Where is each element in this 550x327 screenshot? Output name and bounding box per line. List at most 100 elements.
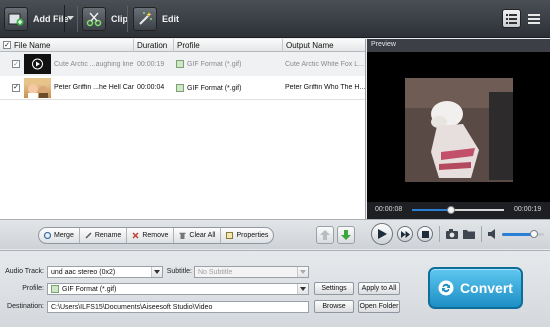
mute-button[interactable] [488, 229, 498, 241]
snapshot-button[interactable] [446, 229, 458, 241]
pencil-icon [85, 232, 92, 239]
controls-divider [439, 226, 440, 242]
file-list-header: ✓ File Name Duration Profile Output Name [0, 38, 365, 52]
thumbnail-image [24, 77, 51, 98]
gif-format-icon [176, 83, 184, 92]
file-list: ✓ File Name Duration Profile Output Name… [0, 38, 366, 227]
main-toolbar: Add File Clip Edit [0, 0, 550, 38]
playback-timebar: 00:00:08 00:00:19 [367, 202, 550, 219]
toolbar-divider [77, 6, 78, 32]
chevron-down-icon [297, 267, 308, 277]
merge-icon [44, 232, 51, 239]
output-name[interactable]: Peter Griffin Who The H... [285, 84, 365, 91]
list-action-group: Merge Rename Remove Clear All Properties [38, 227, 275, 244]
menu-button[interactable] [524, 9, 543, 28]
controls-divider [481, 226, 482, 242]
profile-select[interactable]: GIF Format (*.gif) [47, 283, 309, 295]
table-row[interactable]: ✓ Peter Griffin ...he Hell Cares 00:00:0… [0, 76, 365, 100]
progress-fill [412, 209, 451, 211]
menu-icon [527, 13, 540, 24]
stop-button[interactable] [417, 226, 433, 242]
chevron-down-icon [297, 284, 308, 294]
remove-icon [132, 232, 139, 239]
add-file-icon [4, 6, 28, 31]
camera-icon [446, 229, 458, 239]
list-action-bar: Merge Rename Remove Clear All Properties [0, 219, 366, 249]
fast-forward-icon [400, 230, 410, 238]
merge-button[interactable]: Merge [39, 228, 80, 243]
settings-button[interactable]: Settings [314, 282, 354, 295]
preview-frame [367, 52, 550, 202]
playback-controls [366, 219, 550, 249]
profile-cell[interactable]: GIF Format (*.gif) [176, 60, 283, 68]
scissors-icon [82, 6, 106, 31]
subtitle-select[interactable]: No Subtitle [194, 266, 309, 278]
subtitle-label: Subtitle: [166, 268, 192, 275]
folder-icon [463, 230, 475, 239]
chevron-down-icon [66, 16, 74, 20]
column-output-name[interactable]: Output Name [283, 39, 365, 52]
clear-all-button[interactable]: Clear All [174, 228, 222, 243]
play-button[interactable] [371, 223, 393, 245]
destination-label: Destination: [7, 303, 44, 310]
play-overlay-icon [32, 58, 43, 70]
play-icon [377, 229, 387, 239]
row-checkbox[interactable]: ✓ [12, 60, 20, 68]
move-up-button[interactable] [316, 226, 334, 244]
output-name[interactable]: Cute Arctic White Fox L... [285, 61, 365, 68]
arrow-down-icon [341, 230, 351, 240]
volume-icon [488, 229, 495, 239]
progress-track[interactable] [412, 206, 504, 214]
apply-to-all-button[interactable]: Apply to All [358, 282, 400, 295]
total-time: 00:00:19 [514, 206, 542, 213]
convert-label: Convert [460, 280, 513, 296]
progress-handle[interactable] [446, 206, 455, 214]
list-view-button[interactable] [502, 9, 521, 28]
duration: 00:00:19 [137, 60, 165, 68]
select-all-checkbox[interactable]: ✓ [3, 41, 11, 49]
file-name: Peter Griffin ...he Hell Cares [54, 84, 134, 91]
magic-wand-icon [133, 6, 157, 31]
add-file-dropdown[interactable] [64, 5, 75, 32]
rename-button[interactable]: Rename [80, 228, 128, 243]
convert-button[interactable]: Convert [428, 267, 523, 309]
profile-cell[interactable]: GIF Format (*.gif) [176, 83, 283, 92]
open-snapshot-folder-button[interactable] [463, 229, 475, 241]
row-checkbox[interactable]: ✓ [12, 83, 20, 92]
audio-track-select[interactable]: und aac stereo (0x2) [47, 266, 163, 278]
audio-track-label: Audio Track: [5, 268, 44, 275]
browse-button[interactable]: Browse [314, 300, 354, 313]
edit-button[interactable]: Edit [133, 5, 179, 32]
add-file-button[interactable]: Add File [4, 5, 69, 32]
profile-label: Profile: [22, 285, 44, 292]
duration: 00:00:04 [137, 84, 165, 91]
properties-icon [226, 232, 234, 239]
column-duration[interactable]: Duration [134, 38, 174, 52]
column-profile[interactable]: Profile [174, 38, 283, 52]
fast-forward-button[interactable] [397, 226, 413, 242]
gif-format-icon [51, 285, 59, 293]
open-folder-button[interactable]: Open Folder [358, 300, 400, 313]
column-file-name[interactable]: ✓ File Name [0, 38, 134, 52]
video-thumbnail [24, 54, 51, 74]
destination-input[interactable]: C:\Users\ILFS15\Documents\Aiseesoft Stud… [47, 301, 309, 313]
remove-button[interactable]: Remove [127, 228, 175, 243]
list-view-icon [506, 13, 517, 24]
stop-icon [421, 230, 429, 238]
current-time: 00:00:08 [375, 206, 403, 213]
arrow-up-icon [320, 230, 330, 240]
trash-icon [179, 232, 186, 239]
volume-handle[interactable] [529, 230, 538, 238]
video-thumbnail [24, 77, 51, 98]
gif-format-icon [176, 60, 184, 68]
move-down-button[interactable] [337, 226, 355, 244]
volume-slider[interactable] [502, 230, 544, 238]
convert-icon [438, 280, 454, 296]
file-name: Cute Arctic ...aughing line [54, 60, 134, 68]
table-row[interactable]: ✓ Cute Arctic ...aughing line 00:00:19 G… [0, 52, 365, 76]
clip-label: Clip [111, 13, 128, 24]
toolbar-divider [127, 6, 128, 32]
clip-button[interactable]: Clip [82, 5, 128, 32]
properties-button[interactable]: Properties [221, 228, 273, 243]
volume-fill [502, 233, 534, 236]
